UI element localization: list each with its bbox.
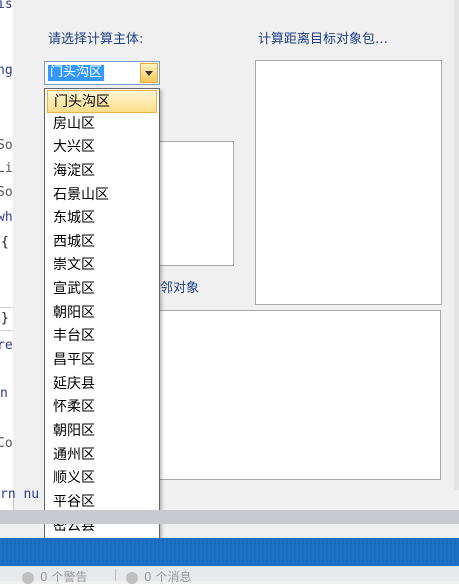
messages-count[interactable]: 0 个消息 — [144, 571, 191, 583]
info-icon — [126, 572, 138, 584]
dropdown-item[interactable]: 海淀区 — [47, 160, 157, 183]
code-fragment: ng — [0, 63, 13, 78]
dropdown-item[interactable]: 朝阳区 — [47, 420, 157, 443]
code-editor[interactable]: is ng So Li So wh { } re n Co — [0, 0, 14, 510]
code-fragment: So — [0, 185, 13, 200]
dropdown-item[interactable]: 朝阳区 — [47, 302, 157, 325]
dropdown-item[interactable]: 东城区 — [47, 207, 157, 230]
warnings-count[interactable]: 0 个警告 — [40, 571, 87, 583]
distance-target-label: 计算距离目标对象包… — [258, 32, 389, 47]
subject-list[interactable] — [150, 141, 234, 266]
divider — [115, 569, 116, 581]
code-fragment: is — [0, 0, 13, 12]
combobox-value: 门头沟区 — [48, 65, 105, 81]
dropdown-item[interactable]: 顺义区 — [47, 467, 157, 490]
warning-icon — [22, 572, 34, 584]
code-fragment: Co — [0, 436, 13, 451]
select-subject-label: 请选择计算主体: — [48, 32, 144, 47]
dropdown-item[interactable]: 崇文区 — [47, 254, 157, 277]
form-edge — [454, 0, 459, 490]
chevron-down-icon — [145, 71, 153, 76]
neighbor-object-label: 邻对象 — [160, 281, 200, 296]
code-fragment: n — [0, 386, 8, 401]
combobox-dropdown-button[interactable] — [140, 63, 158, 83]
dropdown-item[interactable]: 门头沟区 — [47, 90, 157, 113]
dropdown-item[interactable]: 西城区 — [47, 231, 157, 254]
dropdown-item[interactable]: 延庆县 — [47, 373, 157, 396]
dropdown-item[interactable]: 大兴区 — [47, 136, 157, 159]
code-fragment: Li — [0, 161, 13, 176]
code-fragment: re — [0, 338, 13, 353]
editor-separator — [0, 330, 13, 331]
editor-separator — [0, 307, 13, 308]
district-combobox[interactable]: 门头沟区 — [44, 61, 160, 85]
dropdown-item[interactable]: 怀柔区 — [47, 396, 157, 419]
editor-bottom-band — [0, 510, 459, 524]
code-fragment: wh — [0, 210, 13, 225]
dropdown-item[interactable]: 宣武区 — [47, 278, 157, 301]
neighbor-object-list[interactable] — [150, 310, 441, 480]
dropdown-item[interactable]: 通州区 — [47, 444, 157, 467]
dropdown-item[interactable]: 房山区 — [47, 113, 157, 136]
dropdown-item[interactable]: 丰台区 — [47, 325, 157, 348]
dropdown-item[interactable]: 石景山区 — [47, 184, 157, 207]
code-fragment: } — [1, 311, 9, 326]
status-bar — [0, 538, 459, 566]
dropdown-item[interactable]: 昌平区 — [47, 349, 157, 372]
code-fragment: So — [0, 138, 13, 153]
code-fragment: { — [1, 235, 9, 250]
district-dropdown-list[interactable]: 门头沟区 房山区 大兴区 海淀区 石景山区 东城区 西城区 崇文区 宣武区 朝阳… — [44, 88, 160, 543]
distance-target-list[interactable] — [255, 60, 442, 305]
